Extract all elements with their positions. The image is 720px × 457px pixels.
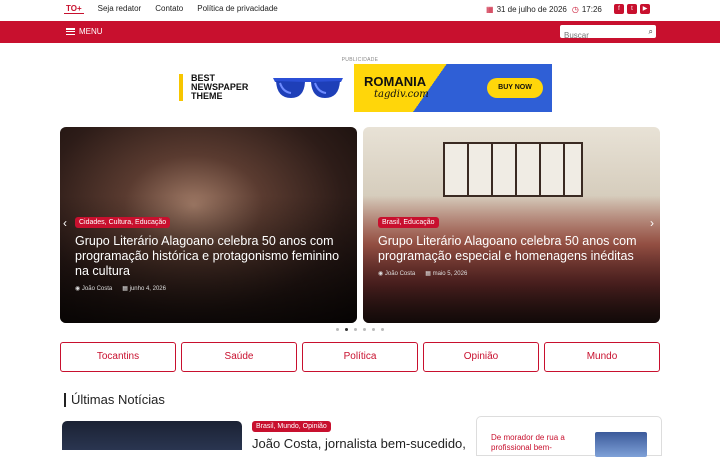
top-link-privacidade[interactable]: Política de privacidade (197, 4, 278, 14)
slider-dot[interactable] (345, 328, 348, 331)
slide-2-title[interactable]: Grupo Literário Alagoano celebra 50 anos… (378, 234, 650, 264)
menu-label: MENU (79, 27, 103, 36)
news-title[interactable]: João Costa, jornalista bem-sucedido, (252, 436, 466, 451)
calendar-icon: ▦ (122, 286, 130, 292)
current-date: 31 de julho de 2026 (496, 5, 567, 14)
ad-line-3: THEME (191, 91, 223, 101)
news-categories[interactable]: Brasil, Mundo, Opinião (252, 421, 331, 432)
facebook-icon[interactable]: f (614, 4, 624, 14)
top-bar: TO+ Seja redator Contato Política de pri… (0, 0, 720, 20)
ad-romania-text: ROMANIA (364, 74, 427, 89)
ad-buy-button[interactable]: BUY NOW (487, 78, 543, 98)
slide-1-author[interactable]: João Costa (82, 286, 112, 292)
slide-2-meta: ◉ João Costa ▦ maio 5, 2026 (378, 270, 467, 277)
top-links: TO+ Seja redator Contato Política de pri… (64, 4, 278, 14)
clock-icon: ◷ (571, 5, 579, 14)
search-box: ⌕ (560, 25, 656, 42)
slider-dot[interactable] (372, 328, 375, 331)
slider-dot[interactable] (363, 328, 366, 331)
ad-banner[interactable]: BEST NEWSPAPER THEME ROMANIA tagdiv.com … (169, 64, 552, 112)
search-input[interactable] (560, 29, 640, 42)
menu-button[interactable]: MENU (66, 27, 103, 36)
slider-prev-icon[interactable]: ‹ (63, 216, 67, 230)
slider-next-icon[interactable]: › (650, 216, 654, 230)
search-icon[interactable]: ⌕ (649, 27, 653, 37)
hamburger-icon (66, 28, 75, 35)
calendar-icon: ▦ (425, 271, 433, 277)
top-link-home[interactable]: TO+ (64, 4, 84, 14)
twitter-icon[interactable]: t (627, 4, 637, 14)
date-time: ▦ 31 de julho de 2026 ◷ 17:26 (486, 5, 602, 14)
slide-1-categories[interactable]: Cidades, Cultura, Educação (75, 217, 171, 228)
news-thumbnail[interactable] (62, 421, 242, 450)
ad-tagdiv-text: tagdiv.com (374, 89, 429, 100)
user-icon: ◉ (378, 271, 385, 277)
slide-2-categories[interactable]: Brasil, Educação (378, 217, 439, 228)
slide-1-author-wrap: ◉ João Costa (75, 285, 112, 292)
slider-dot[interactable] (336, 328, 339, 331)
slide-2-author-wrap: ◉ João Costa (378, 270, 415, 277)
user-icon: ◉ (75, 286, 82, 292)
slide-1[interactable]: Cidades, Cultura, Educação Grupo Literár… (60, 127, 357, 323)
slider-dot[interactable] (354, 328, 357, 331)
current-time: 17:26 (581, 5, 602, 14)
category-button-tocantins[interactable]: Tocantins (60, 342, 176, 372)
category-button-politica[interactable]: Política (302, 342, 418, 372)
top-link-contato[interactable]: Contato (155, 4, 183, 14)
sunglasses-image (273, 78, 343, 98)
slide-1-date-wrap: ▦ junho 4, 2026 (122, 285, 166, 292)
slider-dot[interactable] (381, 328, 384, 331)
slider-dots (336, 328, 384, 331)
ad-accent-bar (179, 74, 183, 101)
side-news-title[interactable]: De morador de rua a profissional bem- (491, 433, 591, 453)
slide-2[interactable]: Brasil, Educação Grupo Literário Alagoan… (363, 127, 660, 323)
category-button-opiniao[interactable]: Opinião (423, 342, 539, 372)
category-button-mundo[interactable]: Mundo (544, 342, 660, 372)
top-link-seja-redator[interactable]: Seja redator (98, 4, 142, 14)
category-button-saude[interactable]: Saúde (181, 342, 297, 372)
slide-1-date: junho 4, 2026 (129, 286, 166, 292)
side-news-thumbnail[interactable] (595, 432, 647, 457)
slide-1-meta: ◉ João Costa ▦ junho 4, 2026 (75, 285, 166, 292)
side-news-card[interactable]: De morador de rua a profissional bem- (476, 416, 662, 457)
ad-label: PUBLICIDADE (341, 57, 379, 63)
section-title: Últimas Notícias (64, 393, 165, 407)
ad-headline: BEST NEWSPAPER THEME (191, 74, 248, 101)
calendar-icon: ▦ (486, 5, 494, 14)
slide-2-date: maio 5, 2026 (432, 271, 468, 277)
slide-2-date-wrap: ▦ maio 5, 2026 (425, 270, 467, 277)
slide-2-author[interactable]: João Costa (385, 271, 415, 277)
slide-1-title[interactable]: Grupo Literário Alagoano celebra 50 anos… (75, 234, 347, 279)
youtube-icon[interactable]: ▶ (640, 4, 650, 14)
